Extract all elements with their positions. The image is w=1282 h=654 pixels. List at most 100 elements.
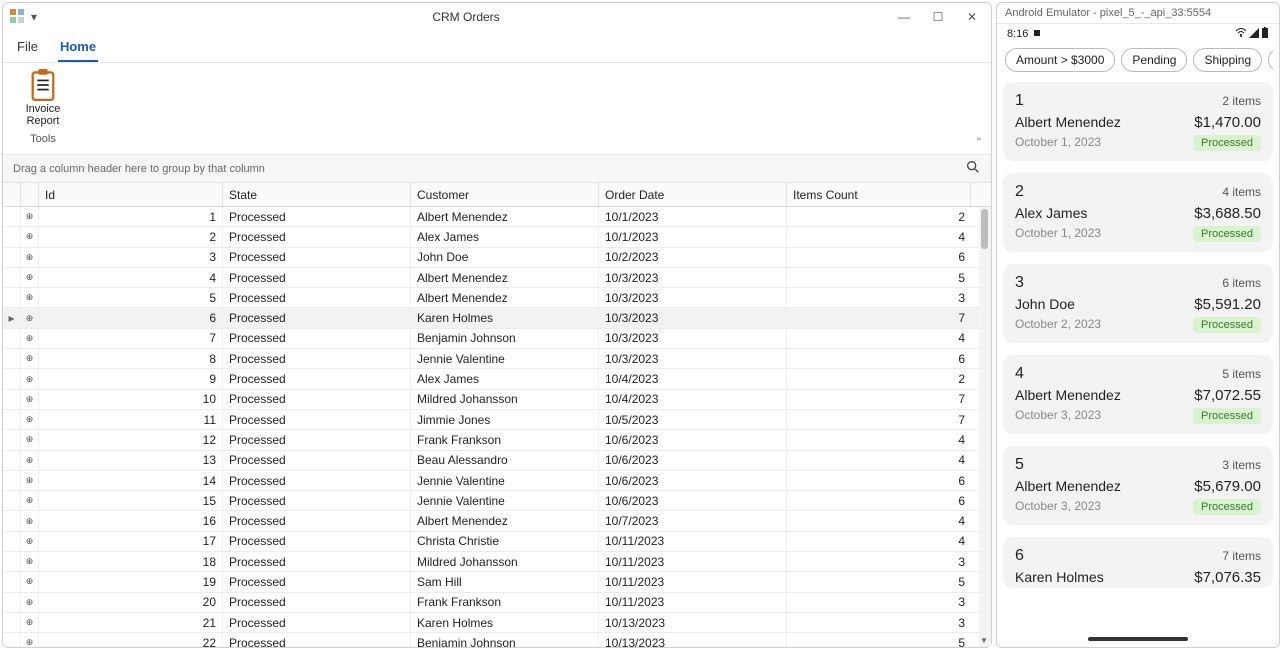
cell-state: Processed xyxy=(223,410,411,429)
status-badge: Processed xyxy=(1193,408,1261,424)
maximize-button[interactable]: ☐ xyxy=(929,10,947,24)
table-row[interactable]: ⊕12ProcessedFrank Frankson10/6/20234 xyxy=(3,430,991,450)
expand-icon[interactable]: ⊕ xyxy=(21,430,39,449)
table-row[interactable]: ⊕20ProcessedFrank Frankson10/11/20233 xyxy=(3,593,991,613)
expand-icon[interactable]: ⊕ xyxy=(21,532,39,551)
col-order-date[interactable]: Order Date xyxy=(599,183,787,206)
expand-icon[interactable]: ⊕ xyxy=(21,552,39,571)
status-badge: Processed xyxy=(1193,499,1261,515)
expand-icon[interactable]: ⊕ xyxy=(21,308,39,327)
expand-icon[interactable]: ⊕ xyxy=(21,288,39,307)
table-row[interactable]: ▸⊕6ProcessedKaren Holmes10/3/20237 xyxy=(3,308,991,328)
table-row[interactable]: ⊕15ProcessedJennie Valentine10/6/20236 xyxy=(3,491,991,511)
card-date: October 1, 2023 xyxy=(1015,226,1101,240)
filter-chip[interactable]: Shipping xyxy=(1193,48,1262,72)
expand-icon[interactable]: ⊕ xyxy=(21,451,39,470)
table-row[interactable]: ⊕1ProcessedAlbert Menendez10/1/20232 xyxy=(3,207,991,227)
card-id: 6 xyxy=(1015,547,1024,565)
table-row[interactable]: ⊕11ProcessedJimmie Jones10/5/20237 xyxy=(3,410,991,430)
grid-body: ⊕1ProcessedAlbert Menendez10/1/20232⊕2Pr… xyxy=(3,207,991,647)
cell-items: 6 xyxy=(787,349,971,368)
table-row[interactable]: ⊕4ProcessedAlbert Menendez10/3/20235 xyxy=(3,268,991,288)
expand-icon[interactable]: ⊕ xyxy=(21,633,39,647)
order-card[interactable]: 67 itemsKaren Holmes$7,076.35 xyxy=(1003,537,1273,588)
table-row[interactable]: ⊕14ProcessedJennie Valentine10/6/20236 xyxy=(3,471,991,491)
expand-icon[interactable]: ⊕ xyxy=(21,207,39,226)
card-customer: Albert Menendez xyxy=(1015,114,1121,130)
expand-icon[interactable]: ⊕ xyxy=(21,593,39,612)
table-row[interactable]: ⊕17ProcessedChrista Christie10/11/20234 xyxy=(3,532,991,552)
cell-items: 3 xyxy=(787,552,971,571)
expand-icon[interactable]: ⊕ xyxy=(21,613,39,632)
status-badge: Processed xyxy=(1193,135,1261,151)
card-date: October 2, 2023 xyxy=(1015,317,1101,331)
expand-icon[interactable]: ⊕ xyxy=(21,410,39,429)
row-indicator xyxy=(3,207,21,226)
card-id: 2 xyxy=(1015,183,1024,201)
expand-icon[interactable]: ⊕ xyxy=(21,572,39,591)
order-card[interactable]: 24 itemsAlex James$3,688.50October 1, 20… xyxy=(1003,173,1273,252)
cell-date: 10/11/2023 xyxy=(599,552,787,571)
filter-chip[interactable]: Paid xyxy=(1268,48,1273,72)
order-card[interactable]: 12 itemsAlbert Menendez$1,470.00October … xyxy=(1003,82,1273,161)
clipboard-icon xyxy=(29,69,57,101)
minimize-button[interactable]: — xyxy=(895,10,913,24)
expand-icon[interactable]: ⊕ xyxy=(21,511,39,530)
col-id[interactable]: Id xyxy=(39,183,223,206)
scroll-down-icon[interactable]: ▼ xyxy=(980,636,988,645)
expand-icon[interactable]: ⊕ xyxy=(21,329,39,348)
search-button[interactable] xyxy=(965,159,981,178)
ribbon-invoice-report[interactable]: Invoice Report Tools xyxy=(13,69,73,145)
card-count: 6 items xyxy=(1222,276,1261,290)
cell-customer: Mildred Johansson xyxy=(411,390,599,409)
table-row[interactable]: ⊕18ProcessedMildred Johansson10/11/20233 xyxy=(3,552,991,572)
table-row[interactable]: ⊕2ProcessedAlex James10/1/20234 xyxy=(3,227,991,247)
col-customer[interactable]: Customer xyxy=(411,183,599,206)
table-row[interactable]: ⊕16ProcessedAlbert Menendez10/7/20234 xyxy=(3,511,991,531)
table-row[interactable]: ⊕22ProcessedBenjamin Johnson10/13/20235 xyxy=(3,633,991,647)
ribbon-collapse-icon[interactable]: ⌃ xyxy=(975,137,983,148)
col-expand[interactable] xyxy=(21,183,39,206)
col-state[interactable]: State xyxy=(223,183,411,206)
expand-icon[interactable]: ⊕ xyxy=(21,227,39,246)
phone-screen: 8:16 Amount > $3000 xyxy=(997,24,1279,647)
table-row[interactable]: ⊕13ProcessedBeau Alessandro10/6/20234 xyxy=(3,451,991,471)
cell-date: 10/3/2023 xyxy=(599,349,787,368)
menu-file[interactable]: File xyxy=(15,35,40,62)
filter-chip[interactable]: Pending xyxy=(1121,48,1187,72)
emulator-window: Android Emulator - pixel_5_-_api_33:5554… xyxy=(996,2,1280,648)
cell-items: 3 xyxy=(787,613,971,632)
group-panel[interactable]: Drag a column header here to group by th… xyxy=(3,155,991,183)
cell-items: 4 xyxy=(787,430,971,449)
col-items-count[interactable]: Items Count xyxy=(787,183,971,206)
scrollbar-thumb[interactable] xyxy=(981,209,988,249)
table-row[interactable]: ⊕21ProcessedKaren Holmes10/13/20233 xyxy=(3,613,991,633)
table-row[interactable]: ⊕19ProcessedSam Hill10/11/20235 xyxy=(3,572,991,592)
col-selector[interactable] xyxy=(3,183,21,206)
cell-customer: Sam Hill xyxy=(411,572,599,591)
table-row[interactable]: ⊕7ProcessedBenjamin Johnson10/3/20234 xyxy=(3,329,991,349)
app-icon xyxy=(9,8,25,27)
home-indicator[interactable] xyxy=(1088,637,1188,641)
row-indicator xyxy=(3,613,21,632)
expand-icon[interactable]: ⊕ xyxy=(21,390,39,409)
order-card[interactable]: 45 itemsAlbert Menendez$7,072.55October … xyxy=(1003,355,1273,434)
filter-chip[interactable]: Amount > $3000 xyxy=(1005,48,1115,72)
table-row[interactable]: ⊕10ProcessedMildred Johansson10/4/20237 xyxy=(3,390,991,410)
close-button[interactable]: ✕ xyxy=(963,10,981,24)
expand-icon[interactable]: ⊕ xyxy=(21,471,39,490)
order-cards[interactable]: 12 itemsAlbert Menendez$1,470.00October … xyxy=(1003,82,1273,637)
table-row[interactable]: ⊕9ProcessedAlex James10/4/20232 xyxy=(3,369,991,389)
vertical-scrollbar[interactable]: ▼ xyxy=(979,207,991,647)
expand-icon[interactable]: ⊕ xyxy=(21,369,39,388)
expand-icon[interactable]: ⊕ xyxy=(21,491,39,510)
menu-home[interactable]: Home xyxy=(58,35,98,62)
table-row[interactable]: ⊕3ProcessedJohn Doe10/2/20236 xyxy=(3,248,991,268)
expand-icon[interactable]: ⊕ xyxy=(21,268,39,287)
expand-icon[interactable]: ⊕ xyxy=(21,248,39,267)
order-card[interactable]: 36 itemsJohn Doe$5,591.20October 2, 2023… xyxy=(1003,264,1273,343)
table-row[interactable]: ⊕8ProcessedJennie Valentine10/3/20236 xyxy=(3,349,991,369)
order-card[interactable]: 53 itemsAlbert Menendez$5,679.00October … xyxy=(1003,446,1273,525)
table-row[interactable]: ⊕5ProcessedAlbert Menendez10/3/20233 xyxy=(3,288,991,308)
expand-icon[interactable]: ⊕ xyxy=(21,349,39,368)
